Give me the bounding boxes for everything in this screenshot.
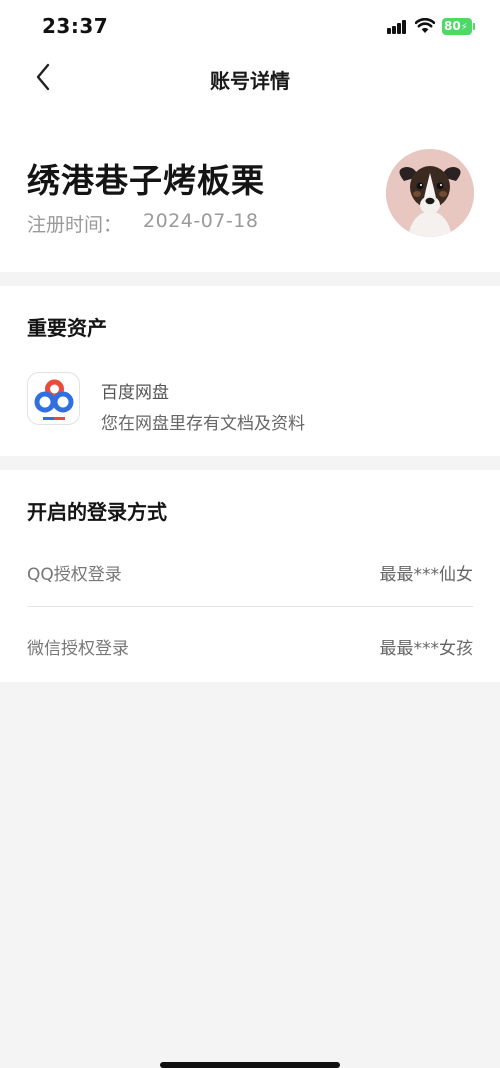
page-title: 账号详情 bbox=[210, 69, 290, 93]
battery-level: 80 bbox=[444, 19, 461, 33]
battery-icon: 80⚡ bbox=[442, 18, 472, 35]
login-method-label: QQ授权登录 bbox=[27, 565, 122, 585]
battery-tip bbox=[473, 23, 475, 30]
status-bar: 23:37 80⚡ bbox=[0, 0, 500, 54]
login-account-name: 最最***女孩 bbox=[379, 639, 474, 659]
username: 绣港巷子烤板栗 bbox=[27, 161, 265, 200]
dog-avatar bbox=[386, 149, 474, 237]
navigation-bar: 账号详情 bbox=[0, 54, 500, 104]
registered-date: 2024-07-18 bbox=[143, 210, 259, 232]
charging-icon: ⚡ bbox=[460, 22, 468, 33]
wifi-icon bbox=[414, 17, 436, 34]
home-indicator[interactable] bbox=[160, 1062, 340, 1068]
login-methods-card: 开启的登录方式 QQ授权登录 最最***仙女 微信授权登录 最最***女孩 bbox=[0, 470, 500, 682]
registered-label: 注册时间： bbox=[27, 214, 123, 236]
baidu-netdisk-icon[interactable] bbox=[27, 372, 80, 425]
asset-name: 百度网盘 bbox=[101, 383, 169, 403]
login-section-title: 开启的登录方式 bbox=[27, 500, 167, 524]
divider bbox=[27, 606, 473, 607]
asset-description: 您在网盘里存有文档及资料 bbox=[101, 414, 305, 434]
assets-card: 重要资产 百度网盘 您在网盘里存有文档及资料 bbox=[0, 286, 500, 456]
signal-icon bbox=[387, 20, 407, 34]
avatar[interactable] bbox=[386, 149, 474, 237]
status-time: 23:37 bbox=[42, 14, 109, 38]
login-row-qq[interactable]: QQ授权登录 最最***仙女 bbox=[27, 534, 473, 608]
profile-card: 绣港巷子烤板栗 注册时间： 2024-07-18 bbox=[0, 104, 500, 272]
login-row-wechat[interactable]: 微信授权登录 最最***女孩 bbox=[27, 608, 473, 682]
assets-section-title: 重要资产 bbox=[27, 316, 107, 340]
login-method-label: 微信授权登录 bbox=[27, 639, 129, 659]
account-details-screen: 23:37 80⚡ 账号详情 绣港巷子烤板栗 注册时间： 2024-07-18 … bbox=[0, 0, 500, 1068]
login-account-name: 最最***仙女 bbox=[379, 565, 474, 585]
